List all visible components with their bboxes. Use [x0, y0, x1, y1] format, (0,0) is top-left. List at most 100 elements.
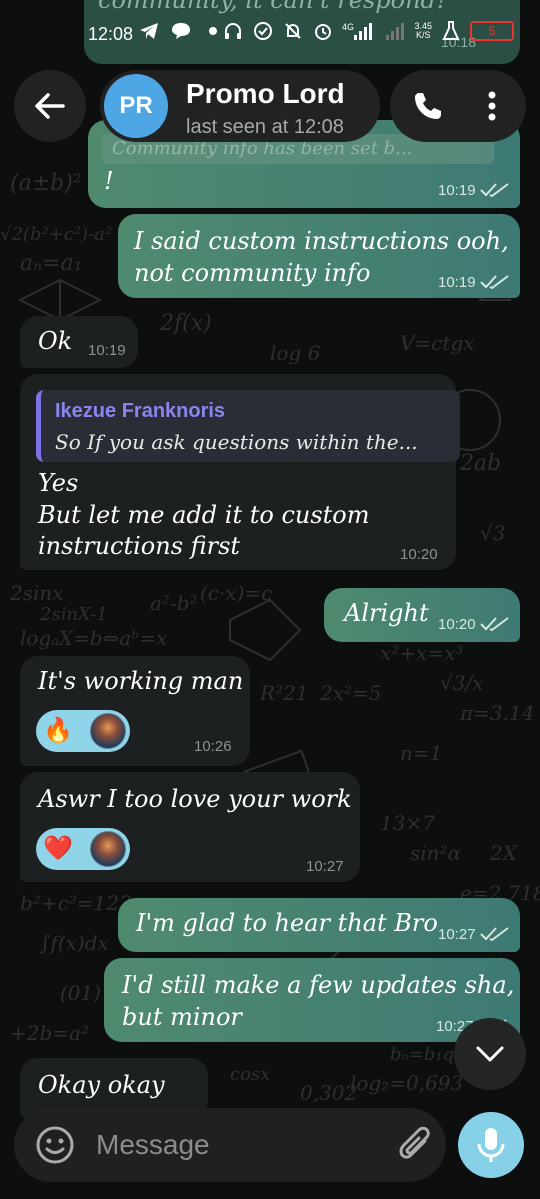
message-text: Ok [38, 327, 73, 355]
status-time: 12:08 [88, 24, 134, 44]
system-icons: 4G 3.45 K/S 5 [222, 20, 514, 42]
message-text-line: not community info [134, 259, 371, 287]
scroll-to-bottom-button[interactable] [454, 1018, 526, 1090]
emoji-button[interactable] [34, 1124, 76, 1166]
telegram-icon [138, 20, 160, 42]
svg-text:cosx: cosx [230, 1064, 270, 1085]
svg-text:13×7: 13×7 [380, 811, 435, 835]
double-check-icon [480, 183, 509, 198]
message-outgoing[interactable]: I'd still make a few updates sha, but mi… [104, 958, 520, 1042]
message-time: 10:26 [194, 738, 232, 755]
message-text: ! [104, 167, 114, 195]
svg-text:2sinx: 2sinx [9, 581, 64, 605]
call-button[interactable] [406, 84, 450, 128]
svg-text:n=1: n=1 [400, 741, 442, 765]
svg-text:√2(b²+c²)-a²: √2(b²+c²)-a² [0, 224, 112, 245]
fire-reaction-icon: 🔥 [43, 717, 73, 744]
paperclip-icon [399, 1126, 430, 1159]
message-time: 10:19 [88, 342, 126, 359]
message-incoming[interactable]: Aswr I too love your work ❤️ 10:27 [20, 772, 360, 882]
reactor-avatar [90, 713, 126, 749]
svg-text:(01): (01) [60, 981, 101, 1005]
svg-text:0,302: 0,302 [300, 1081, 357, 1105]
reaction-pill[interactable]: ❤️ [36, 828, 130, 870]
network-speed: 3.45 K/S [414, 22, 432, 40]
message-incoming[interactable]: It's working man 🔥 10:26 [20, 656, 250, 766]
reply-preview[interactable]: Ikezue Franknoris So If you ask question… [36, 390, 460, 462]
signal-2-icon [384, 20, 406, 42]
message-incoming[interactable]: Ikezue Franknoris So If you ask question… [20, 374, 460, 570]
svg-text:√3/x: √3/x [440, 671, 484, 695]
alarm-icon [312, 20, 334, 42]
chat-last-seen: last seen at 12:08 [186, 116, 344, 138]
message-input[interactable] [96, 1126, 376, 1164]
message-text-line: I'd still make a few updates sha, [122, 971, 515, 999]
chat-header: PR Promo Lord last seen at 12:08 [0, 66, 540, 148]
header-actions [390, 70, 526, 142]
svg-text:π=3.14: π=3.14 [459, 701, 534, 725]
svg-text:log₂=0,693: log₂=0,693 [350, 1071, 463, 1095]
message-text: It's working man [38, 667, 244, 695]
reactor-avatar [90, 831, 126, 867]
arrow-left-icon [35, 93, 65, 119]
headphones-icon [222, 20, 244, 42]
network-speed-unit: K/S [415, 30, 431, 40]
reply-author: Ikezue Franknoris [55, 400, 226, 422]
svg-text:a²-b²: a²-b² [150, 591, 198, 615]
svg-text:2sinX-1: 2sinX-1 [39, 604, 108, 625]
back-button[interactable] [14, 70, 86, 142]
svg-text:2x²=5: 2x²=5 [319, 681, 382, 705]
svg-text:log 6: log 6 [270, 341, 321, 365]
chevron-down-icon [476, 1046, 504, 1062]
more-vertical-icon [488, 91, 496, 121]
message-outgoing[interactable]: I said custom instructions ooh, not comm… [118, 214, 520, 298]
sync-icon [252, 20, 274, 42]
double-check-icon [480, 927, 509, 942]
message-composer [14, 1108, 446, 1182]
svg-text:logₐX=b⇔aᵇ=x: logₐX=b⇔aᵇ=x [20, 626, 167, 650]
message-time: 10:20 [400, 546, 438, 563]
message-text-line: Yes [38, 469, 79, 497]
double-check-icon [480, 275, 509, 290]
reaction-pill[interactable]: 🔥 [36, 710, 130, 752]
flask-icon [440, 20, 462, 42]
svg-text:√3: √3 [480, 521, 505, 545]
svg-text:(a±b)²: (a±b)² [10, 171, 82, 196]
signal-icon: 4G [342, 20, 376, 42]
more-options-button[interactable] [470, 84, 514, 128]
voice-record-button[interactable] [458, 1112, 524, 1178]
message-time: 10:27 [306, 858, 344, 875]
message-outgoing[interactable]: Alright 10:20 [324, 588, 520, 642]
message-outgoing[interactable]: I'm glad to hear that Bro 10:27 [118, 898, 520, 952]
svg-text:2f(x): 2f(x) [159, 311, 212, 336]
status-bar: 12:08 4G 3.45 K/S 5 [0, 0, 540, 66]
message-incoming[interactable]: Ok 10:19 [20, 316, 138, 368]
network-type-label: 4G [342, 22, 354, 32]
message-time: 10:19 [438, 182, 476, 199]
double-check-icon [480, 617, 509, 632]
svg-text:+2b=a²: +2b=a² [10, 1021, 89, 1045]
svg-text:b²+c²=123: b²+c²=123 [20, 891, 132, 915]
message-time: 10:20 [438, 616, 476, 633]
chat-name: Promo Lord [186, 78, 345, 109]
message-text-line: but minor [122, 1003, 242, 1031]
message-text: I'm glad to hear that Bro [136, 909, 438, 937]
avatar[interactable]: PR [104, 74, 168, 138]
heart-reaction-icon: ❤️ [43, 835, 73, 862]
notification-icons [138, 20, 224, 42]
microphone-icon [477, 1128, 505, 1162]
attach-button[interactable] [394, 1124, 436, 1166]
svg-text:R²21: R²21 [259, 681, 309, 705]
message-time: 10:27 [438, 926, 476, 943]
svg-text:aₙ=a₁: aₙ=a₁ [20, 251, 82, 276]
svg-text:∫f(x)dx: ∫f(x)dx [40, 931, 109, 955]
reply-text: So If you ask questions within the... [55, 430, 418, 454]
dot-icon [202, 20, 224, 42]
battery-indicator: 5 [470, 21, 514, 41]
svg-text:sin²α: sin²α [410, 841, 462, 865]
mute-bell-icon [282, 20, 304, 42]
message-time: 10:19 [438, 274, 476, 291]
chat-info[interactable]: PR Promo Lord last seen at 12:08 [100, 70, 380, 142]
message-text: Okay okay [38, 1071, 165, 1099]
chat-bubble-icon [170, 20, 192, 42]
